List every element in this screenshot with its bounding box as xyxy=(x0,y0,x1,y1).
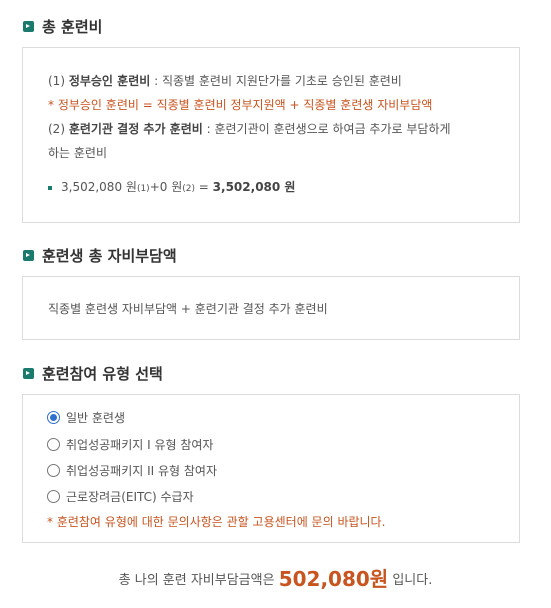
section-title-text: 훈련생 총 자비부담액 xyxy=(42,247,177,265)
radio-option-package-2[interactable]: 취업성공패키지 II 유형 참여자 xyxy=(47,462,217,479)
section-bullet-icon xyxy=(23,368,34,379)
self-pay-box: 직종별 훈련생 자비부담액 + 훈련기관 결정 추가 훈련비 xyxy=(22,276,520,340)
radio-unselected-icon[interactable] xyxy=(47,438,60,451)
radio-option-package-1[interactable]: 취업성공패키지 I 유형 참여자 xyxy=(47,436,213,453)
radio-option-general[interactable]: 일반 훈련생 xyxy=(47,409,125,426)
radio-unselected-icon[interactable] xyxy=(47,464,60,477)
gov-approved-line: (1) 정부승인 훈련비 : 직종별 훈련비 지원단가를 기초로 승인된 훈련비 xyxy=(48,72,402,89)
extra-cost-desc: : 훈련기관이 훈련생으로 하여금 추가로 부담하게 xyxy=(202,122,451,136)
list-bullet-icon xyxy=(48,185,52,190)
calc-value-2: +0 원 xyxy=(149,180,183,194)
gov-approved-desc: : 직종별 훈련비 지원단가를 기초로 승인된 훈련비 xyxy=(150,74,402,88)
section-title-text: 총 훈련비 xyxy=(42,18,103,36)
self-pay-formula: 직종별 훈련생 자비부담액 + 훈련기관 결정 추가 훈련비 xyxy=(48,302,328,316)
radio-label: 취업성공패키지 I 유형 참여자 xyxy=(66,438,214,452)
calc-sub-2: (2) xyxy=(182,184,195,194)
participation-note: * 훈련참여 유형에 대한 문의사항은 관할 고용센터에 문의 바랍니다. xyxy=(47,515,386,529)
summary-amount: 502,080원 xyxy=(278,567,389,591)
section-title-participation: 훈련참여 유형 선택 xyxy=(23,363,163,384)
total-cost-box: (1) 정부승인 훈련비 : 직종별 훈련비 지원단가를 기초로 승인된 훈련비… xyxy=(22,47,520,223)
line-prefix: (1) xyxy=(48,74,69,88)
section-bullet-icon xyxy=(23,250,34,261)
extra-cost-line: (2) 훈련기관 결정 추가 훈련비 : 훈련기관이 훈련생으로 하여금 추가로… xyxy=(48,120,451,137)
gov-approved-label: 정부승인 훈련비 xyxy=(68,74,151,88)
section-bullet-icon xyxy=(23,21,34,32)
total-self-pay-summary: 총 나의 훈련 자비부담금액은 502,080원 입니다. xyxy=(0,563,551,592)
radio-label: 일반 훈련생 xyxy=(66,411,126,425)
section-title-text: 훈련참여 유형 선택 xyxy=(42,365,163,383)
radio-unselected-icon[interactable] xyxy=(47,490,60,503)
radio-selected-icon[interactable] xyxy=(47,411,60,424)
extra-cost-label: 훈련기관 결정 추가 훈련비 xyxy=(68,122,203,136)
radio-label: 취업성공패키지 II 유형 참여자 xyxy=(66,464,218,478)
section-title-total-cost: 총 훈련비 xyxy=(23,16,102,37)
calc-sub-1: (1) xyxy=(136,184,150,194)
total-cost-calculation: 3,502,080 원(1)+0 원(2) = 3,502,080 원 xyxy=(48,178,295,195)
section-title-self-pay: 훈련생 총 자비부담액 xyxy=(23,245,177,266)
calc-result: 3,502,080 원 xyxy=(212,180,296,194)
extra-cost-line-cont: 하는 훈련비 xyxy=(48,146,108,160)
gov-approved-note: * 정부승인 훈련비 = 직종별 훈련비 정부지원액 + 직종별 훈련생 자비부… xyxy=(48,98,433,112)
calc-equals: = xyxy=(194,180,213,194)
line-prefix: (2) xyxy=(48,122,69,136)
radio-label: 근로장려금(EITC) 수급자 xyxy=(66,490,194,504)
summary-suffix: 입니다. xyxy=(388,573,433,588)
summary-prefix: 총 나의 훈련 자비부담금액은 xyxy=(118,573,279,588)
radio-option-eitc[interactable]: 근로장려금(EITC) 수급자 xyxy=(47,488,194,505)
calc-value-1: 3,502,080 원 xyxy=(61,180,137,194)
